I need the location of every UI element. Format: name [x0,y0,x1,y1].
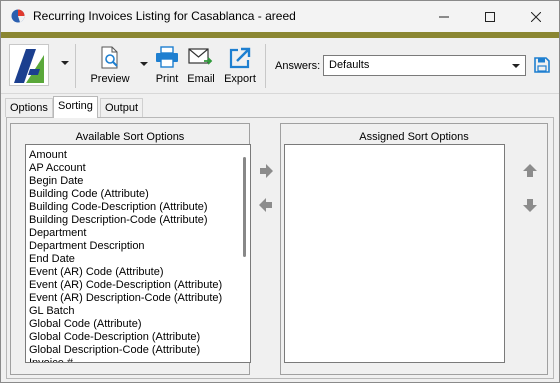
available-sort-group: Available Sort Options Amount AP Account B… [10,123,251,375]
arrow-right-icon[interactable] [257,162,275,180]
title-bar[interactable]: Recurring Invoices Listing for Casablanc… [1,1,559,32]
arrow-left-icon[interactable] [257,196,275,214]
email-label: Email [187,73,215,85]
list-item[interactable]: Invoice # [26,357,238,362]
arrow-down-icon[interactable] [521,196,539,214]
magnifier-document-icon [101,46,118,69]
tab-output[interactable]: Output [100,98,144,117]
list-item[interactable]: AP Account [26,162,238,175]
assigned-sort-title: Assigned Sort Options [359,131,469,143]
chevron-down-icon [512,64,520,68]
minimize-icon [439,16,449,17]
tab-options[interactable]: Options [5,98,53,117]
assigned-sort-list[interactable] [284,144,505,363]
tab-label: Output [105,102,139,114]
list-item[interactable]: Department Description [26,240,238,253]
answers-value: Defaults [329,59,370,71]
preview-button[interactable]: Preview [87,44,133,90]
preview-label: Preview [90,73,130,85]
app-logo[interactable] [9,44,49,86]
list-item[interactable]: GL Batch [26,305,238,318]
export-button[interactable]: Export [221,44,259,90]
list-item[interactable]: Event (AR) Description-Code (Attribute) [26,292,238,305]
list-item[interactable]: End Date [26,253,238,266]
maximize-button[interactable] [467,1,513,32]
list-item[interactable]: Begin Date [26,175,238,188]
list-item[interactable]: Global Code (Attribute) [26,318,238,331]
available-items: Amount AP Account Begin Date Building Code … [26,149,238,362]
tab-sorting[interactable]: Sorting [53,96,98,118]
list-item[interactable]: Building Code-Description (Attribute) [26,201,238,214]
report-window: Recurring Invoices Listing for Casablanc… [0,0,560,383]
close-button[interactable] [513,1,559,32]
assigned-sort-group: Assigned Sort Options [280,123,548,375]
available-sort-title: Available Sort Options [75,131,185,143]
toolbar-separator [75,44,76,88]
maximize-icon [485,11,495,22]
print-button[interactable]: Print [151,44,183,90]
email-button[interactable]: Email [185,44,217,90]
logo-menu-arrow-icon[interactable] [61,61,69,65]
tab-strip: Options Sorting Output [1,96,559,118]
printer-icon [156,46,178,68]
export-arrow-icon [229,47,251,69]
minimize-button[interactable] [421,1,467,32]
tab-label: Options [10,102,48,114]
answers-label: Answers: [275,60,321,72]
floppy-disk-icon[interactable] [534,57,550,73]
toolbar: Preview Print Email Export Answers: Defa… [1,38,559,94]
window-title: Recurring Invoices Listing for Casablanc… [33,9,296,23]
preview-menu-arrow-icon[interactable] [140,62,148,66]
vertical-scrollbar[interactable] [238,145,250,362]
list-item[interactable]: Event (AR) Code-Description (Attribute) [26,279,238,292]
logo-icon [14,49,44,83]
sorting-panel: Available Sort Options Amount AP Account B… [6,117,554,379]
answers-dropdown[interactable]: Defaults [323,55,526,76]
toolbar-separator [265,44,266,88]
tab-label: Sorting [58,100,93,112]
print-label: Print [155,73,179,85]
list-item[interactable]: Event (AR) Code (Attribute) [26,266,238,279]
list-item[interactable]: Building Description-Code (Attribute) [26,214,238,227]
arrow-up-icon[interactable] [521,162,539,180]
pie-chart-icon [11,9,25,23]
scrollbar-thumb[interactable] [243,157,246,257]
close-icon [531,11,541,22]
envelope-icon [188,48,213,65]
list-item[interactable]: Department [26,227,238,240]
export-label: Export [224,73,256,85]
list-item[interactable]: Building Code (Attribute) [26,188,238,201]
list-item[interactable]: Global Description-Code (Attribute) [26,344,238,357]
available-sort-list[interactable]: Amount AP Account Begin Date Building Code … [25,144,251,363]
list-item[interactable]: Global Code-Description (Attribute) [26,331,238,344]
list-item[interactable]: Amount [26,149,238,162]
